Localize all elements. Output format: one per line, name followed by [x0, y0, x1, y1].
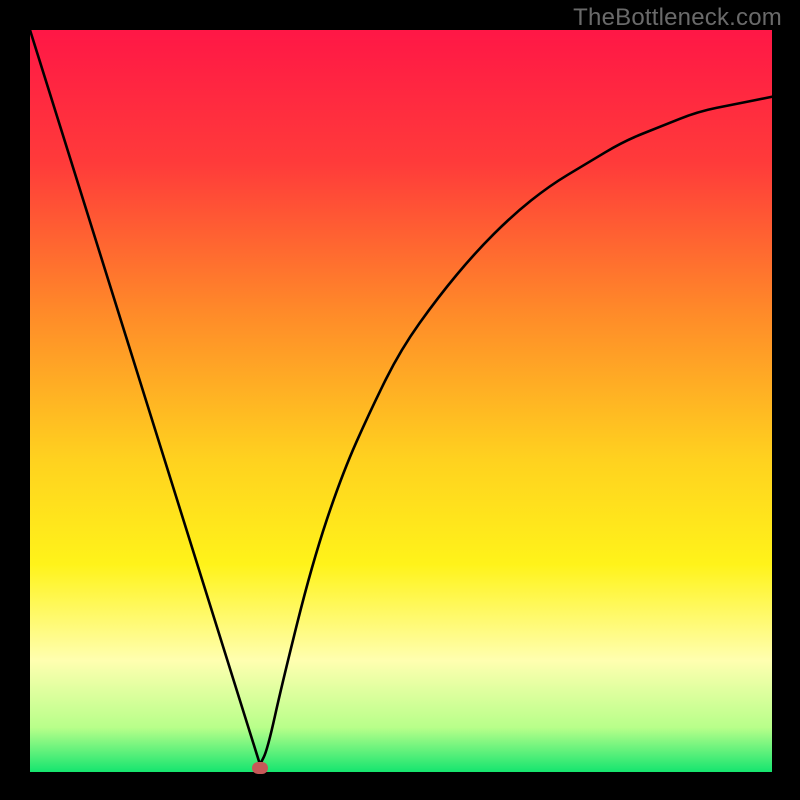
chart-frame: TheBottleneck.com — [0, 0, 800, 800]
plot-area — [30, 30, 772, 772]
data-curve — [30, 30, 772, 772]
min-marker-dot — [252, 762, 268, 774]
watermark-text: TheBottleneck.com — [573, 4, 782, 32]
